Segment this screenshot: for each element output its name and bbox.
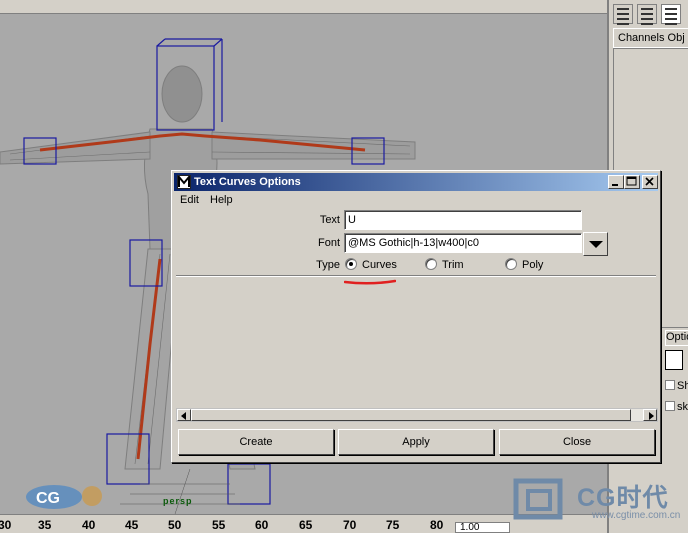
font-picker-button[interactable] bbox=[583, 232, 608, 256]
close-window-button[interactable] bbox=[642, 175, 658, 189]
tick-label: 65 bbox=[299, 518, 313, 532]
radio-trim-label: Trim bbox=[442, 259, 464, 271]
radio-curves[interactable] bbox=[345, 258, 357, 270]
option-tab[interactable]: Option bbox=[665, 330, 688, 346]
watermark-left-text: CG bbox=[36, 490, 60, 507]
cgtime-logo-icon bbox=[513, 478, 563, 520]
watermark-left-logo: CG bbox=[24, 482, 108, 512]
dialog-title: Text Curves Options bbox=[194, 176, 301, 188]
option-checkbox-1[interactable] bbox=[665, 380, 675, 390]
left-arrow-icon bbox=[181, 412, 186, 420]
text-label: Text bbox=[319, 214, 340, 226]
font-label: Font bbox=[317, 237, 340, 249]
watermark-url: www.cgtime.com.cn bbox=[592, 510, 681, 521]
down-arrow-icon bbox=[589, 241, 603, 248]
close-icon bbox=[645, 177, 654, 186]
option-checkbox-2[interactable] bbox=[665, 401, 675, 411]
option-checkbox-2-label: sk bbox=[677, 401, 688, 413]
radio-curves-label: Curves bbox=[362, 259, 397, 271]
radio-poly[interactable] bbox=[505, 258, 517, 270]
tick-label: 40 bbox=[82, 518, 96, 532]
text-input[interactable]: U bbox=[344, 210, 582, 230]
radio-trim[interactable] bbox=[425, 258, 437, 270]
tick-label: 55 bbox=[212, 518, 226, 532]
tick-label: 80 bbox=[430, 518, 444, 532]
maximize-button[interactable] bbox=[624, 175, 640, 189]
horizontal-scrollbar[interactable] bbox=[176, 408, 658, 422]
watermark-cgtime: CG时代 www.cgtime.com.cn bbox=[512, 475, 688, 523]
scroll-left-button[interactable] bbox=[177, 409, 191, 421]
option-dropdown[interactable] bbox=[665, 350, 683, 370]
scroll-thumb[interactable] bbox=[191, 409, 631, 421]
dialog-title-bar[interactable]: Text Curves Options bbox=[174, 173, 658, 191]
minimize-button[interactable] bbox=[608, 175, 624, 189]
maya-app-icon bbox=[177, 174, 191, 189]
menu-edit[interactable]: Edit bbox=[180, 194, 199, 206]
watermark-brand: CG时代 bbox=[577, 484, 669, 512]
dialog-menubar: Edit Help bbox=[174, 192, 658, 208]
font-input[interactable]: @MS Gothic|h-13|w400|c0 bbox=[344, 233, 582, 253]
persp-label: persp bbox=[163, 496, 193, 506]
right-arrow-icon bbox=[649, 412, 654, 420]
channel-box-icon[interactable] bbox=[613, 4, 633, 25]
current-time-field[interactable]: 1.00 bbox=[455, 522, 510, 533]
radio-poly-label: Poly bbox=[522, 259, 544, 271]
red-underline-annotation bbox=[344, 279, 396, 285]
tick-label: 35 bbox=[38, 518, 52, 532]
scroll-right-button[interactable] bbox=[643, 409, 657, 421]
minimize-icon bbox=[612, 184, 618, 186]
option-checkbox-1-label: Sh bbox=[677, 380, 688, 392]
attribute-editor-icon[interactable] bbox=[661, 4, 681, 25]
tick-label: 30 bbox=[0, 518, 12, 532]
menu-help[interactable]: Help bbox=[210, 194, 233, 206]
tick-label: 50 bbox=[168, 518, 182, 532]
channels-tab[interactable]: Channels Obj bbox=[613, 28, 688, 48]
top-strip bbox=[0, 0, 688, 14]
text-curves-options-dialog: Text Curves Options Edit Help Text U Fon… bbox=[171, 170, 661, 463]
create-button[interactable]: Create bbox=[178, 429, 334, 455]
tick-label: 75 bbox=[386, 518, 400, 532]
layer-editor-icon[interactable] bbox=[637, 4, 657, 25]
tick-label: 70 bbox=[343, 518, 357, 532]
tick-label: 60 bbox=[255, 518, 269, 532]
tick-label: 45 bbox=[125, 518, 139, 532]
close-button[interactable]: Close bbox=[499, 429, 655, 455]
maximize-icon bbox=[626, 176, 637, 186]
separator bbox=[176, 275, 656, 277]
apply-button[interactable]: Apply bbox=[338, 429, 494, 455]
type-label: Type bbox=[316, 259, 340, 271]
